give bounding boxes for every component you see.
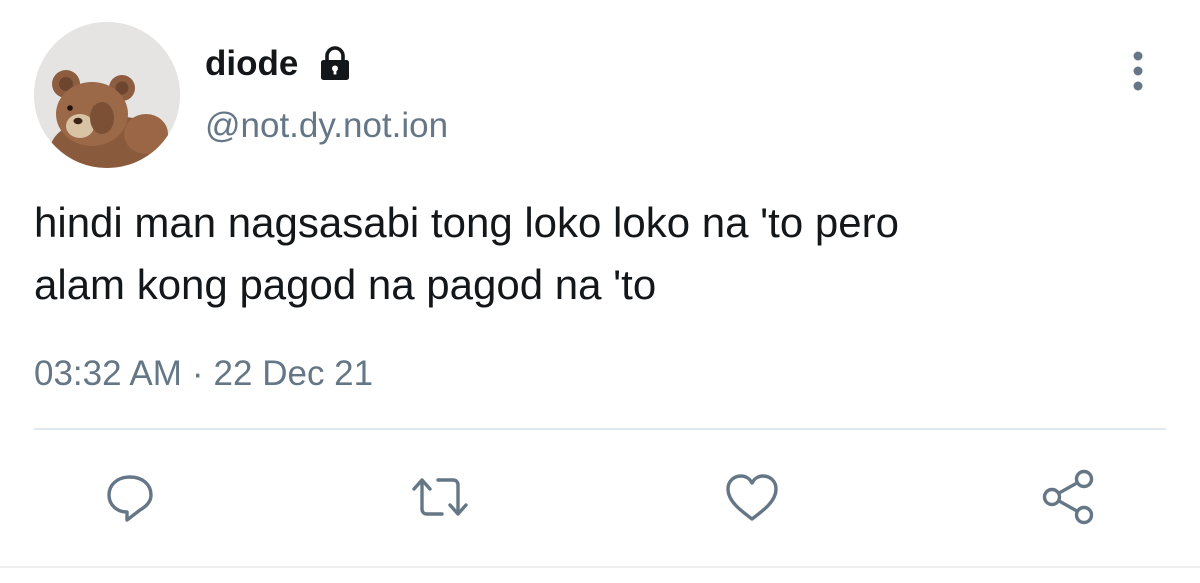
share-icon xyxy=(1042,469,1094,525)
action-bar xyxy=(0,462,1200,532)
more-vertical-icon[interactable] xyxy=(1120,48,1156,94)
reply-button[interactable] xyxy=(95,462,165,532)
heart-icon xyxy=(726,474,778,521)
display-name[interactable]: diode xyxy=(205,40,298,88)
avatar[interactable] xyxy=(34,22,180,168)
tweet-time[interactable]: 03:32 AM xyxy=(34,354,182,393)
lock-icon xyxy=(316,45,354,83)
divider xyxy=(34,428,1166,430)
tweet-metadata: 03:32 AM · 22 Dec 21 xyxy=(34,350,373,398)
author-handle[interactable]: @not.dy.not.ion xyxy=(205,102,448,150)
retweet-button[interactable] xyxy=(405,462,475,532)
bottom-divider xyxy=(0,566,1200,568)
tweet-date[interactable]: 22 Dec 21 xyxy=(214,354,374,393)
retweet-icon xyxy=(412,478,468,516)
tweet-card: diode @not.dy.not.ion hindi man nagsasab… xyxy=(0,0,1200,583)
like-button[interactable] xyxy=(717,462,787,532)
share-button[interactable] xyxy=(1033,462,1103,532)
author-name-row: diode xyxy=(205,40,354,88)
meta-separator: · xyxy=(191,354,204,393)
tweet-text: hindi man nagsasabi tong loko loko na 't… xyxy=(34,199,899,308)
reply-icon xyxy=(107,475,153,522)
teddy-bear-image xyxy=(34,22,180,168)
